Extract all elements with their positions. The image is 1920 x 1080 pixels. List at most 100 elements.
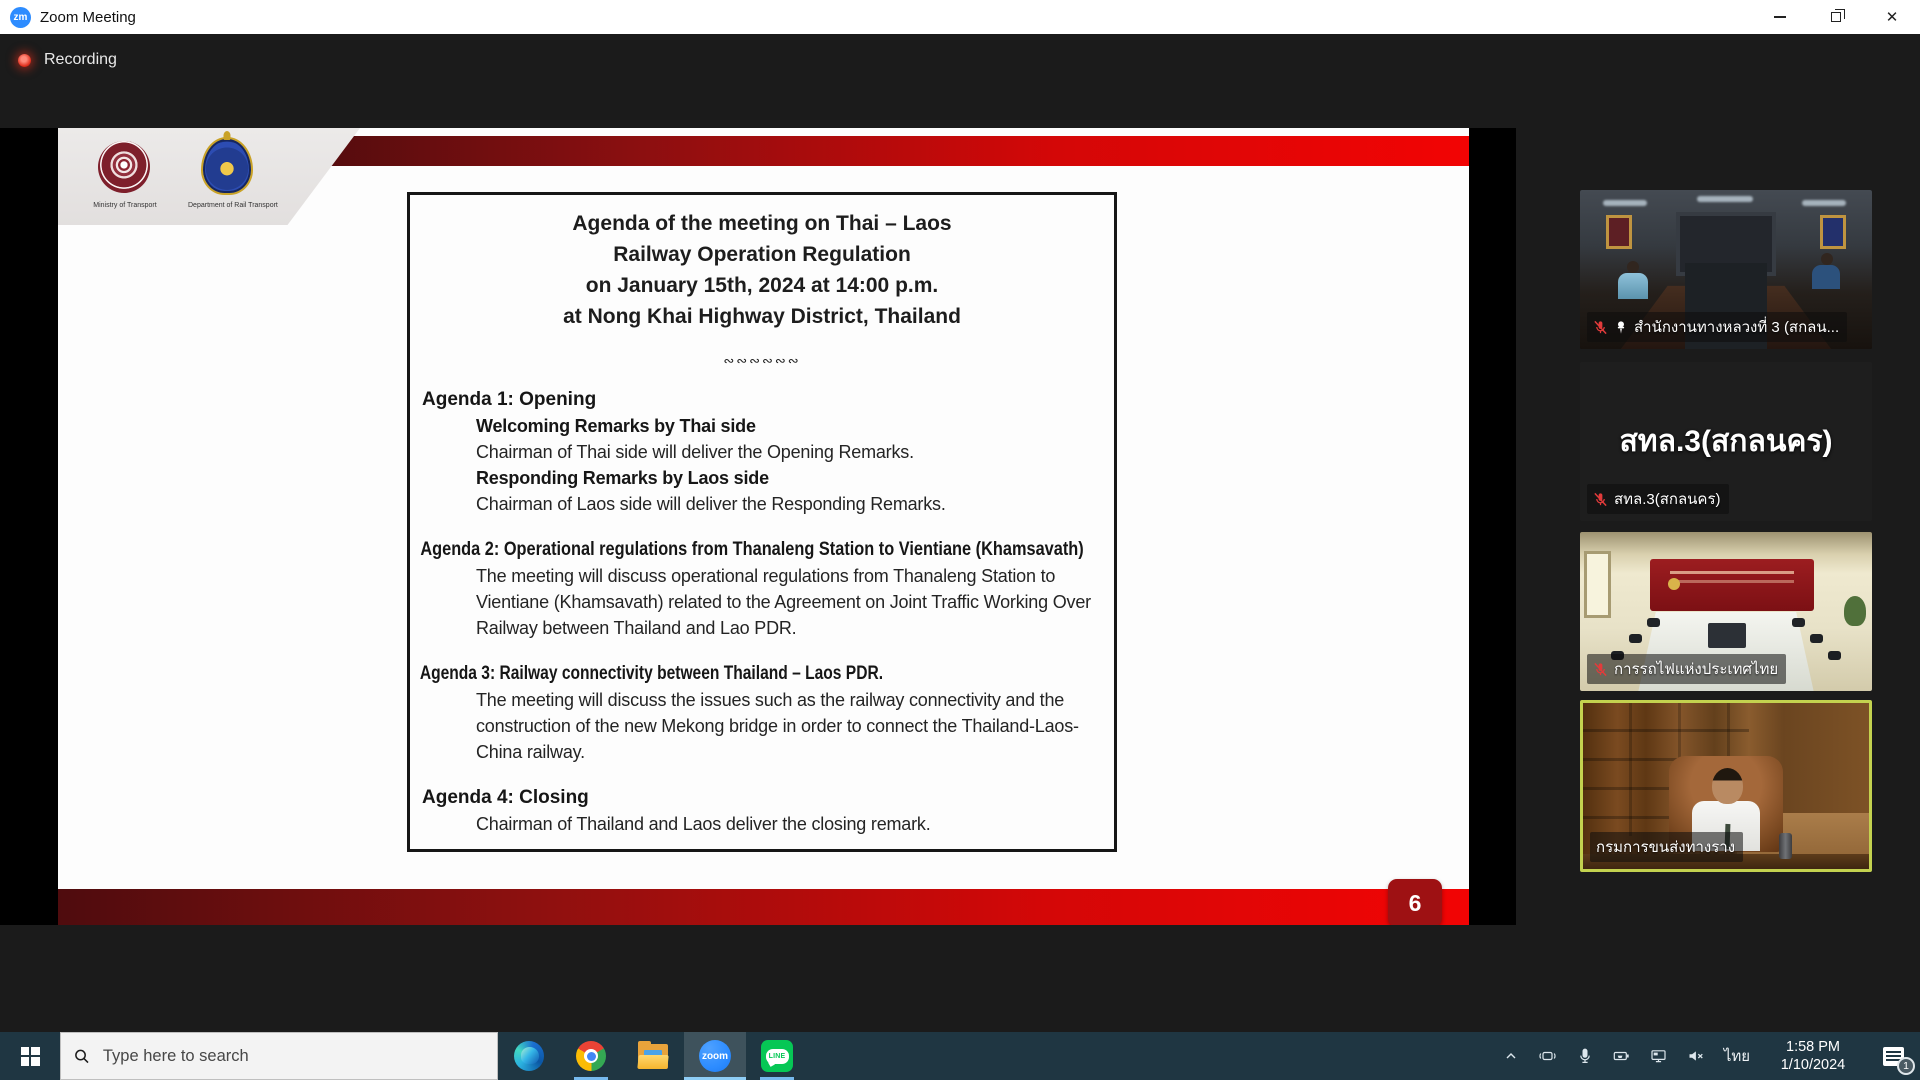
taskbar-app-line[interactable]: LINE: [746, 1032, 808, 1080]
tray-notification-icon[interactable]: 1: [1866, 1032, 1920, 1080]
search-icon: [74, 1048, 90, 1065]
tray-display-icon[interactable]: [1640, 1032, 1677, 1080]
minimize-icon: [1774, 16, 1786, 18]
slide-page-number: 6: [1388, 879, 1442, 925]
slide-title-line-2: Railway Operation Regulation: [410, 239, 1114, 270]
ministry-of-transport-logo: [98, 141, 150, 193]
scene-light: [1802, 200, 1846, 206]
scene-crest: [1668, 578, 1680, 590]
participant-tile-state-railway[interactable]: การรถไฟแห่งประเทศไทย: [1580, 532, 1872, 691]
participant-tile-video-off[interactable]: สทล.3(สกลนคร) สทล.3(สกลนคร): [1580, 362, 1872, 521]
agenda-1-item: Chairman of Laos side will deliver the R…: [410, 491, 1114, 517]
restore-icon: [1831, 12, 1841, 22]
participant-tile-highway-office[interactable]: สำนักงานทางหลวงที่ 3 (สกลน...: [1580, 190, 1872, 349]
restore-button[interactable]: [1808, 0, 1864, 34]
close-button[interactable]: ✕: [1864, 0, 1920, 34]
shared-slide: Ministry of Transport Department of Rail…: [58, 128, 1469, 925]
tray-battery-icon[interactable]: [1603, 1032, 1640, 1080]
system-tray: ไทย 1:58 PM 1/10/2024 1: [1492, 1032, 1920, 1080]
agenda-1-heading: Agenda 1: Opening: [410, 387, 1114, 413]
windows-taskbar: zoom LINE: [0, 1032, 1920, 1080]
agenda-2-item: The meeting will discuss operational reg…: [410, 563, 1114, 641]
participants-panel: สำนักงานทางหลวงที่ 3 (สกลน... สทล.3(สกลน…: [1580, 190, 1872, 890]
agenda-3-item: The meeting will discuss the issues such…: [410, 687, 1114, 765]
start-button[interactable]: [0, 1032, 60, 1080]
window-titlebar: zm Zoom Meeting ✕: [0, 0, 1920, 34]
scene-monitor: [1708, 623, 1746, 648]
agenda-section-2: Agenda 2: Operational regulations from T…: [410, 537, 1114, 641]
recording-indicator: Recording: [18, 51, 117, 69]
scene-light: [1697, 196, 1753, 202]
file-explorer-icon: [638, 1044, 668, 1069]
department-of-rail-transport-logo: [201, 137, 253, 195]
meeting-area: Recording Ministry of Transport Departme…: [0, 34, 1920, 1032]
mic-muted-icon: [1593, 320, 1608, 335]
taskbar-app-file-explorer[interactable]: [622, 1032, 684, 1080]
mic-muted-icon: [1593, 662, 1608, 677]
scene-portrait: [1820, 215, 1846, 249]
agenda-section-3: Agenda 3: Railway connectivity between T…: [410, 661, 1114, 765]
participant-name-label: การรถไฟแห่งประเทศไทย: [1587, 654, 1786, 684]
scene-person: [1812, 265, 1840, 289]
page-number-text: 6: [1409, 890, 1422, 917]
ornament-divider: ∾∾∾∾∾∾: [410, 354, 1114, 369]
taskbar-app-edge[interactable]: [498, 1032, 560, 1080]
taskbar-search[interactable]: [60, 1032, 498, 1080]
line-icon-text: LINE: [766, 1049, 789, 1064]
close-icon: ✕: [1886, 10, 1899, 25]
participant-tile-rail-department-active-speaker[interactable]: กรมการขนส่งทางราง: [1580, 700, 1872, 872]
participant-name: การรถไฟแห่งประเทศไทย: [1614, 657, 1778, 681]
agenda-title-block: Agenda of the meeting on Thai – Laos Rai…: [410, 208, 1114, 332]
slide-title-line-3: on January 15th, 2024 at 14:00 p.m.: [410, 270, 1114, 301]
slide-logo-plate: Ministry of Transport Department of Rail…: [58, 128, 360, 225]
scene-light: [1603, 200, 1647, 206]
zoom-meeting-window: zm Zoom Meeting ✕ Recording Ministry of …: [0, 0, 1920, 1080]
tray-meet-now-camera-icon[interactable]: [1529, 1032, 1566, 1080]
pin-icon: [1614, 320, 1628, 335]
participant-name: สทล.3(สกลนคร): [1614, 487, 1721, 511]
participant-name-label: กรมการขนส่งทางราง: [1590, 832, 1743, 862]
scene-chairs: [1647, 618, 1660, 627]
tray-volume-muted-icon[interactable]: [1677, 1032, 1714, 1080]
tray-language-indicator[interactable]: ไทย: [1714, 1032, 1760, 1080]
agenda-2-heading: Agenda 2: Operational regulations from T…: [410, 537, 1015, 563]
agenda-1-item: Welcoming Remarks by Thai side: [410, 413, 1114, 439]
agenda-4-heading: Agenda 4: Closing: [410, 785, 1114, 811]
slide-bottom-banner: [58, 889, 1469, 925]
shared-screen-backdrop: Ministry of Transport Department of Rail…: [0, 128, 1516, 925]
scene-person: [1618, 273, 1648, 299]
tray-time: 1:58 PM: [1766, 1038, 1860, 1056]
taskbar-app-chrome[interactable]: [560, 1032, 622, 1080]
tray-date: 1/10/2024: [1766, 1056, 1860, 1074]
agenda-1-item: Chairman of Thai side will deliver the O…: [410, 439, 1114, 465]
participant-name: กรมการขนส่งทางราง: [1596, 835, 1735, 859]
tray-microphone-icon[interactable]: [1566, 1032, 1603, 1080]
scene-portrait: [1606, 215, 1632, 249]
agenda-1-item: Responding Remarks by Laos side: [410, 465, 1114, 491]
agenda-sections: Agenda 1: Opening Welcoming Remarks by T…: [410, 387, 1114, 837]
zoom-taskbar-icon: zoom: [699, 1040, 731, 1072]
tray-chevron-up-icon[interactable]: [1492, 1032, 1529, 1080]
window-title: Zoom Meeting: [40, 9, 136, 26]
participant-display-name: สทล.3(สกลนคร): [1580, 418, 1872, 465]
agenda-3-heading: Agenda 3: Railway connectivity between T…: [410, 661, 987, 687]
scene-window: [1584, 551, 1610, 618]
slide-title-line-4: at Nong Khai Highway District, Thailand: [410, 301, 1114, 332]
tray-clock[interactable]: 1:58 PM 1/10/2024: [1760, 1032, 1866, 1080]
scene-person-head: [1712, 768, 1743, 805]
scene-plant: [1844, 596, 1866, 626]
recording-dot-icon: [18, 54, 31, 67]
window-controls: ✕: [1752, 0, 1920, 34]
agenda-section-1: Agenda 1: Opening Welcoming Remarks by T…: [410, 387, 1114, 517]
participant-name-label: สทล.3(สกลนคร): [1587, 484, 1729, 514]
edge-icon: [514, 1041, 544, 1071]
minimize-button[interactable]: [1752, 0, 1808, 34]
agenda-box: Agenda of the meeting on Thai – Laos Rai…: [407, 192, 1117, 852]
agenda-4-item: Chairman of Thailand and Laos deliver th…: [410, 811, 1114, 837]
taskbar-app-zoom[interactable]: zoom: [684, 1032, 746, 1080]
search-input[interactable]: [101, 1046, 484, 1067]
participant-name: สำนักงานทางหลวงที่ 3 (สกลน...: [1634, 315, 1839, 339]
scene-chairs: [1792, 618, 1805, 627]
zoom-icon-text: zoom: [702, 1051, 728, 1062]
windows-logo-icon: [21, 1047, 40, 1066]
